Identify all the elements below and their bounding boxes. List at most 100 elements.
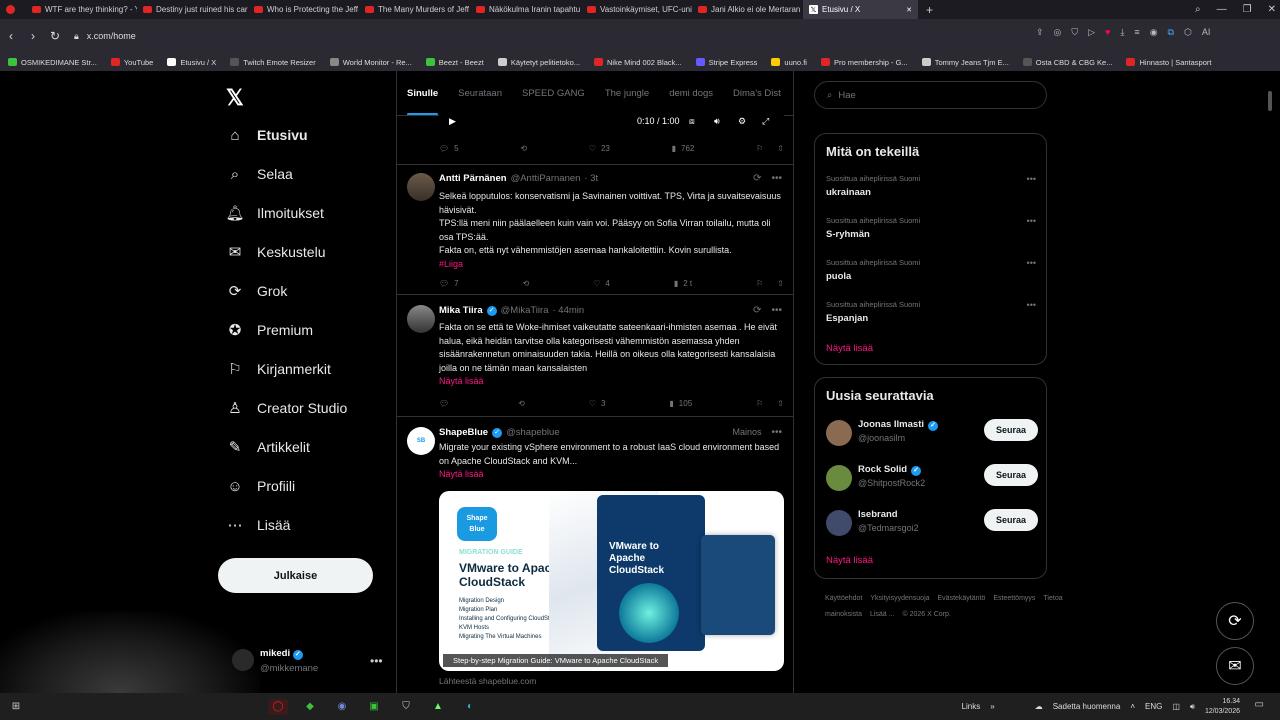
follow-button[interactable]: Seuraa	[984, 464, 1038, 486]
views-button[interactable]: ▮ 762	[672, 144, 695, 153]
nav-item-ilmoitukset[interactable]: 🔔︎ Ilmoitukset	[225, 204, 323, 222]
retweet-button[interactable]: ⟲	[518, 399, 525, 408]
avatar[interactable]	[407, 173, 435, 201]
follow-suggestion[interactable]: Joonas Ilmasti ✓ @joonasilm Seuraa	[826, 416, 1038, 452]
footer-link[interactable]: Lisää ...	[870, 611, 895, 618]
suggestion-name[interactable]: Joonas Ilmasti	[858, 419, 924, 430]
show-more-link[interactable]: Näytä lisää	[826, 343, 873, 354]
nav-item-creator-studio[interactable]: ♙ Creator Studio	[226, 399, 347, 417]
post-button[interactable]: Julkaise	[218, 558, 373, 593]
discord-icon[interactable]: ◉	[332, 699, 352, 715]
browser-tab[interactable]: Vastoinkäymiset, UFC-uni	[581, 0, 692, 19]
grok-float-icon[interactable]: ⟳	[1216, 602, 1254, 640]
ai-icon[interactable]: AI	[1202, 27, 1211, 38]
shield-icon[interactable]: ⛉	[1071, 27, 1078, 38]
reload-icon[interactable]: ↻	[44, 29, 66, 43]
bookmark-item[interactable]: Tommy Jeans Tjm E...	[921, 58, 1009, 67]
author-name[interactable]: ShapeBlue	[439, 427, 488, 438]
share-icon[interactable]: ⇧	[777, 144, 784, 153]
messages-float-icon[interactable]: ✉	[1216, 647, 1254, 685]
promoted-tweet[interactable]: SB ShapeBlue ✓ @shapeblue Mainos ••• Migr…	[397, 419, 794, 693]
footer-link[interactable]: Esteettömyys	[993, 595, 1035, 602]
follow-button[interactable]: Seuraa	[984, 419, 1038, 441]
hashtag-link[interactable]: #Liiga	[439, 258, 787, 272]
nav-item-selaa[interactable]: ⌕ Selaa	[226, 165, 293, 183]
forward-icon[interactable]: ›	[22, 29, 44, 43]
tweet-time[interactable]: · 3t	[584, 173, 598, 184]
browser-tab[interactable]: 𝕏 Etusivu / X ✕	[803, 0, 918, 19]
trend-item[interactable]: Suosittua aiheplirissä Suomi puola •••	[826, 258, 1036, 282]
more-icon[interactable]: •••	[1027, 258, 1036, 268]
bookmark-item[interactable]: OSMIKEDIMANE Str...	[8, 58, 97, 67]
captions-icon[interactable]: ⧈	[689, 116, 695, 127]
search-input[interactable]	[838, 89, 1019, 101]
extension-icon[interactable]: ⧉	[1168, 27, 1174, 38]
browser-tab[interactable]	[0, 0, 26, 19]
footer-link[interactable]: © 2026 X Corp.	[902, 611, 950, 618]
views-button[interactable]: ▮ 2 t	[674, 279, 692, 288]
more-icon[interactable]: •••	[1027, 174, 1036, 184]
cube-icon[interactable]: ⬡	[1184, 27, 1192, 38]
bookmark-icon[interactable]: ⚐	[756, 399, 763, 408]
opera-icon[interactable]: ◯	[268, 698, 288, 715]
settings-icon[interactable]: ⚙	[738, 116, 746, 127]
tray-chevron-icon[interactable]: ˄	[1130, 702, 1135, 711]
nav-item-kirjanmerkit[interactable]: ⚐ Kirjanmerkit	[226, 360, 331, 378]
bookmark-item[interactable]: Käytetyt pelitietoko...	[497, 58, 580, 67]
more-icon[interactable]: •••	[771, 173, 782, 184]
footer-link[interactable]: Käyttöehdot	[825, 595, 862, 602]
maximize-icon[interactable]: ❐	[1243, 4, 1252, 15]
browser-tab[interactable]: WTF are they thinking? - Y	[26, 0, 137, 19]
trend-item[interactable]: Suosittua aiheplirissä Suomi ukrainaan •••	[826, 174, 1036, 198]
share-icon[interactable]: ⇧	[777, 399, 784, 408]
x-logo-icon[interactable]: 𝕏	[226, 85, 244, 111]
close-tab-icon[interactable]: ✕	[906, 6, 912, 14]
show-more-link[interactable]: Näytä lisää	[439, 375, 787, 389]
like-button[interactable]: ♡ 3	[589, 399, 606, 408]
app-icon[interactable]: ▲	[428, 699, 448, 715]
bookmark-item[interactable]: YouTube	[110, 58, 153, 67]
reply-button[interactable]: 💬︎ 5	[439, 144, 459, 153]
follow-button[interactable]: Seuraa	[984, 509, 1038, 531]
more-icon[interactable]: •••	[1027, 216, 1036, 226]
heart-icon[interactable]: ♥	[1105, 27, 1110, 38]
volume-icon[interactable]: 🔊︎	[1190, 702, 1195, 712]
author-handle[interactable]: @shapeblue	[506, 427, 560, 438]
network-icon[interactable]: ◫	[1172, 702, 1180, 711]
app-icon[interactable]: ◆	[300, 699, 320, 715]
author-name[interactable]: Mika Tiira	[439, 305, 483, 316]
play-icon[interactable]: ▷	[1088, 27, 1095, 38]
tweet[interactable]: Antti Pärnänen @AnttiParnanen · 3t ⟳ ••• …	[397, 165, 794, 295]
views-button[interactable]: ▮ 105	[669, 399, 692, 408]
more-icon[interactable]: •••	[1027, 300, 1036, 310]
minimize-icon[interactable]: —	[1217, 4, 1227, 15]
reply-button[interactable]: 💬︎	[439, 399, 454, 408]
nav-item-keskustelu[interactable]: ✉ Keskustelu	[226, 243, 326, 261]
bookmark-item[interactable]: Etusivu / X	[167, 58, 216, 67]
weather-text[interactable]: Sadetta huomenna	[1053, 702, 1121, 711]
avatar[interactable]	[826, 465, 852, 491]
like-button[interactable]: ♡ 4	[593, 279, 610, 288]
avatar[interactable]: SB	[407, 427, 435, 455]
retweet-button[interactable]: ⟲	[523, 279, 530, 288]
browser-tab[interactable]: Destiny just ruined his car	[137, 0, 248, 19]
tweet[interactable]: Mika Tiira ✓ @MikaTiira · 44min ⟳ ••• Fak…	[397, 297, 794, 417]
suggestion-name[interactable]: Rock Solid	[858, 464, 907, 475]
url-field[interactable]: 🔒︎ x.com/home	[68, 24, 1028, 48]
more-icon[interactable]: •••	[771, 305, 782, 316]
camera-icon[interactable]: ◎	[1054, 27, 1062, 38]
footer-link[interactable]: Evästekäytäntö	[938, 595, 986, 602]
fullscreen-icon[interactable]: ⤢	[762, 116, 769, 127]
ad-source[interactable]: Lähteestä shapeblue.com	[439, 676, 536, 686]
bookmark-item[interactable]: Stripe Express	[695, 58, 757, 67]
nav-item-premium[interactable]: ✪ Premium	[226, 321, 313, 339]
close-window-icon[interactable]: ✕	[1268, 4, 1276, 15]
ad-image[interactable]: Shape Blue MIGRATION GUIDE VMware to Apac…	[439, 491, 784, 671]
bookmark-item[interactable]: Pro membership - G...	[820, 58, 908, 67]
show-more-link[interactable]: Näytä lisää	[826, 555, 873, 566]
retweet-button[interactable]: ⟲	[520, 144, 527, 153]
avatar[interactable]	[407, 305, 435, 333]
avatar[interactable]	[232, 649, 254, 671]
bookmark-icon[interactable]: ⚐	[756, 279, 763, 288]
nav-item-profiili[interactable]: ☺ Profiili	[226, 477, 295, 495]
